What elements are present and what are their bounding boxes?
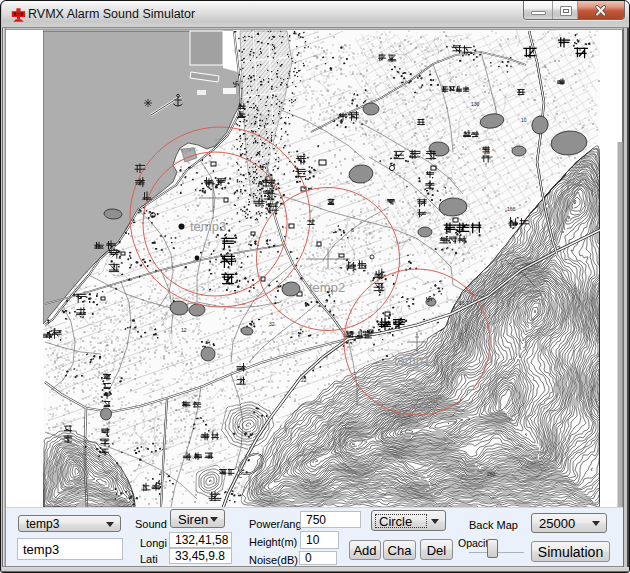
svg-text:166: 166 — [507, 206, 516, 212]
svg-text:IC: IC — [237, 473, 242, 479]
svg-text:temp2: temp2 — [309, 280, 345, 295]
svg-text:8: 8 — [351, 227, 354, 233]
svg-text:283: 283 — [487, 471, 496, 477]
svg-text:22: 22 — [301, 377, 307, 383]
svg-text:32: 32 — [269, 321, 275, 327]
svg-text:temp3: temp3 — [190, 219, 226, 234]
svg-text:10: 10 — [521, 117, 527, 123]
svg-text:12: 12 — [181, 327, 187, 333]
svg-text:130: 130 — [471, 101, 480, 107]
svg-text:temp1: temp1 — [394, 353, 430, 368]
svg-text:16.7: 16.7 — [459, 300, 469, 306]
